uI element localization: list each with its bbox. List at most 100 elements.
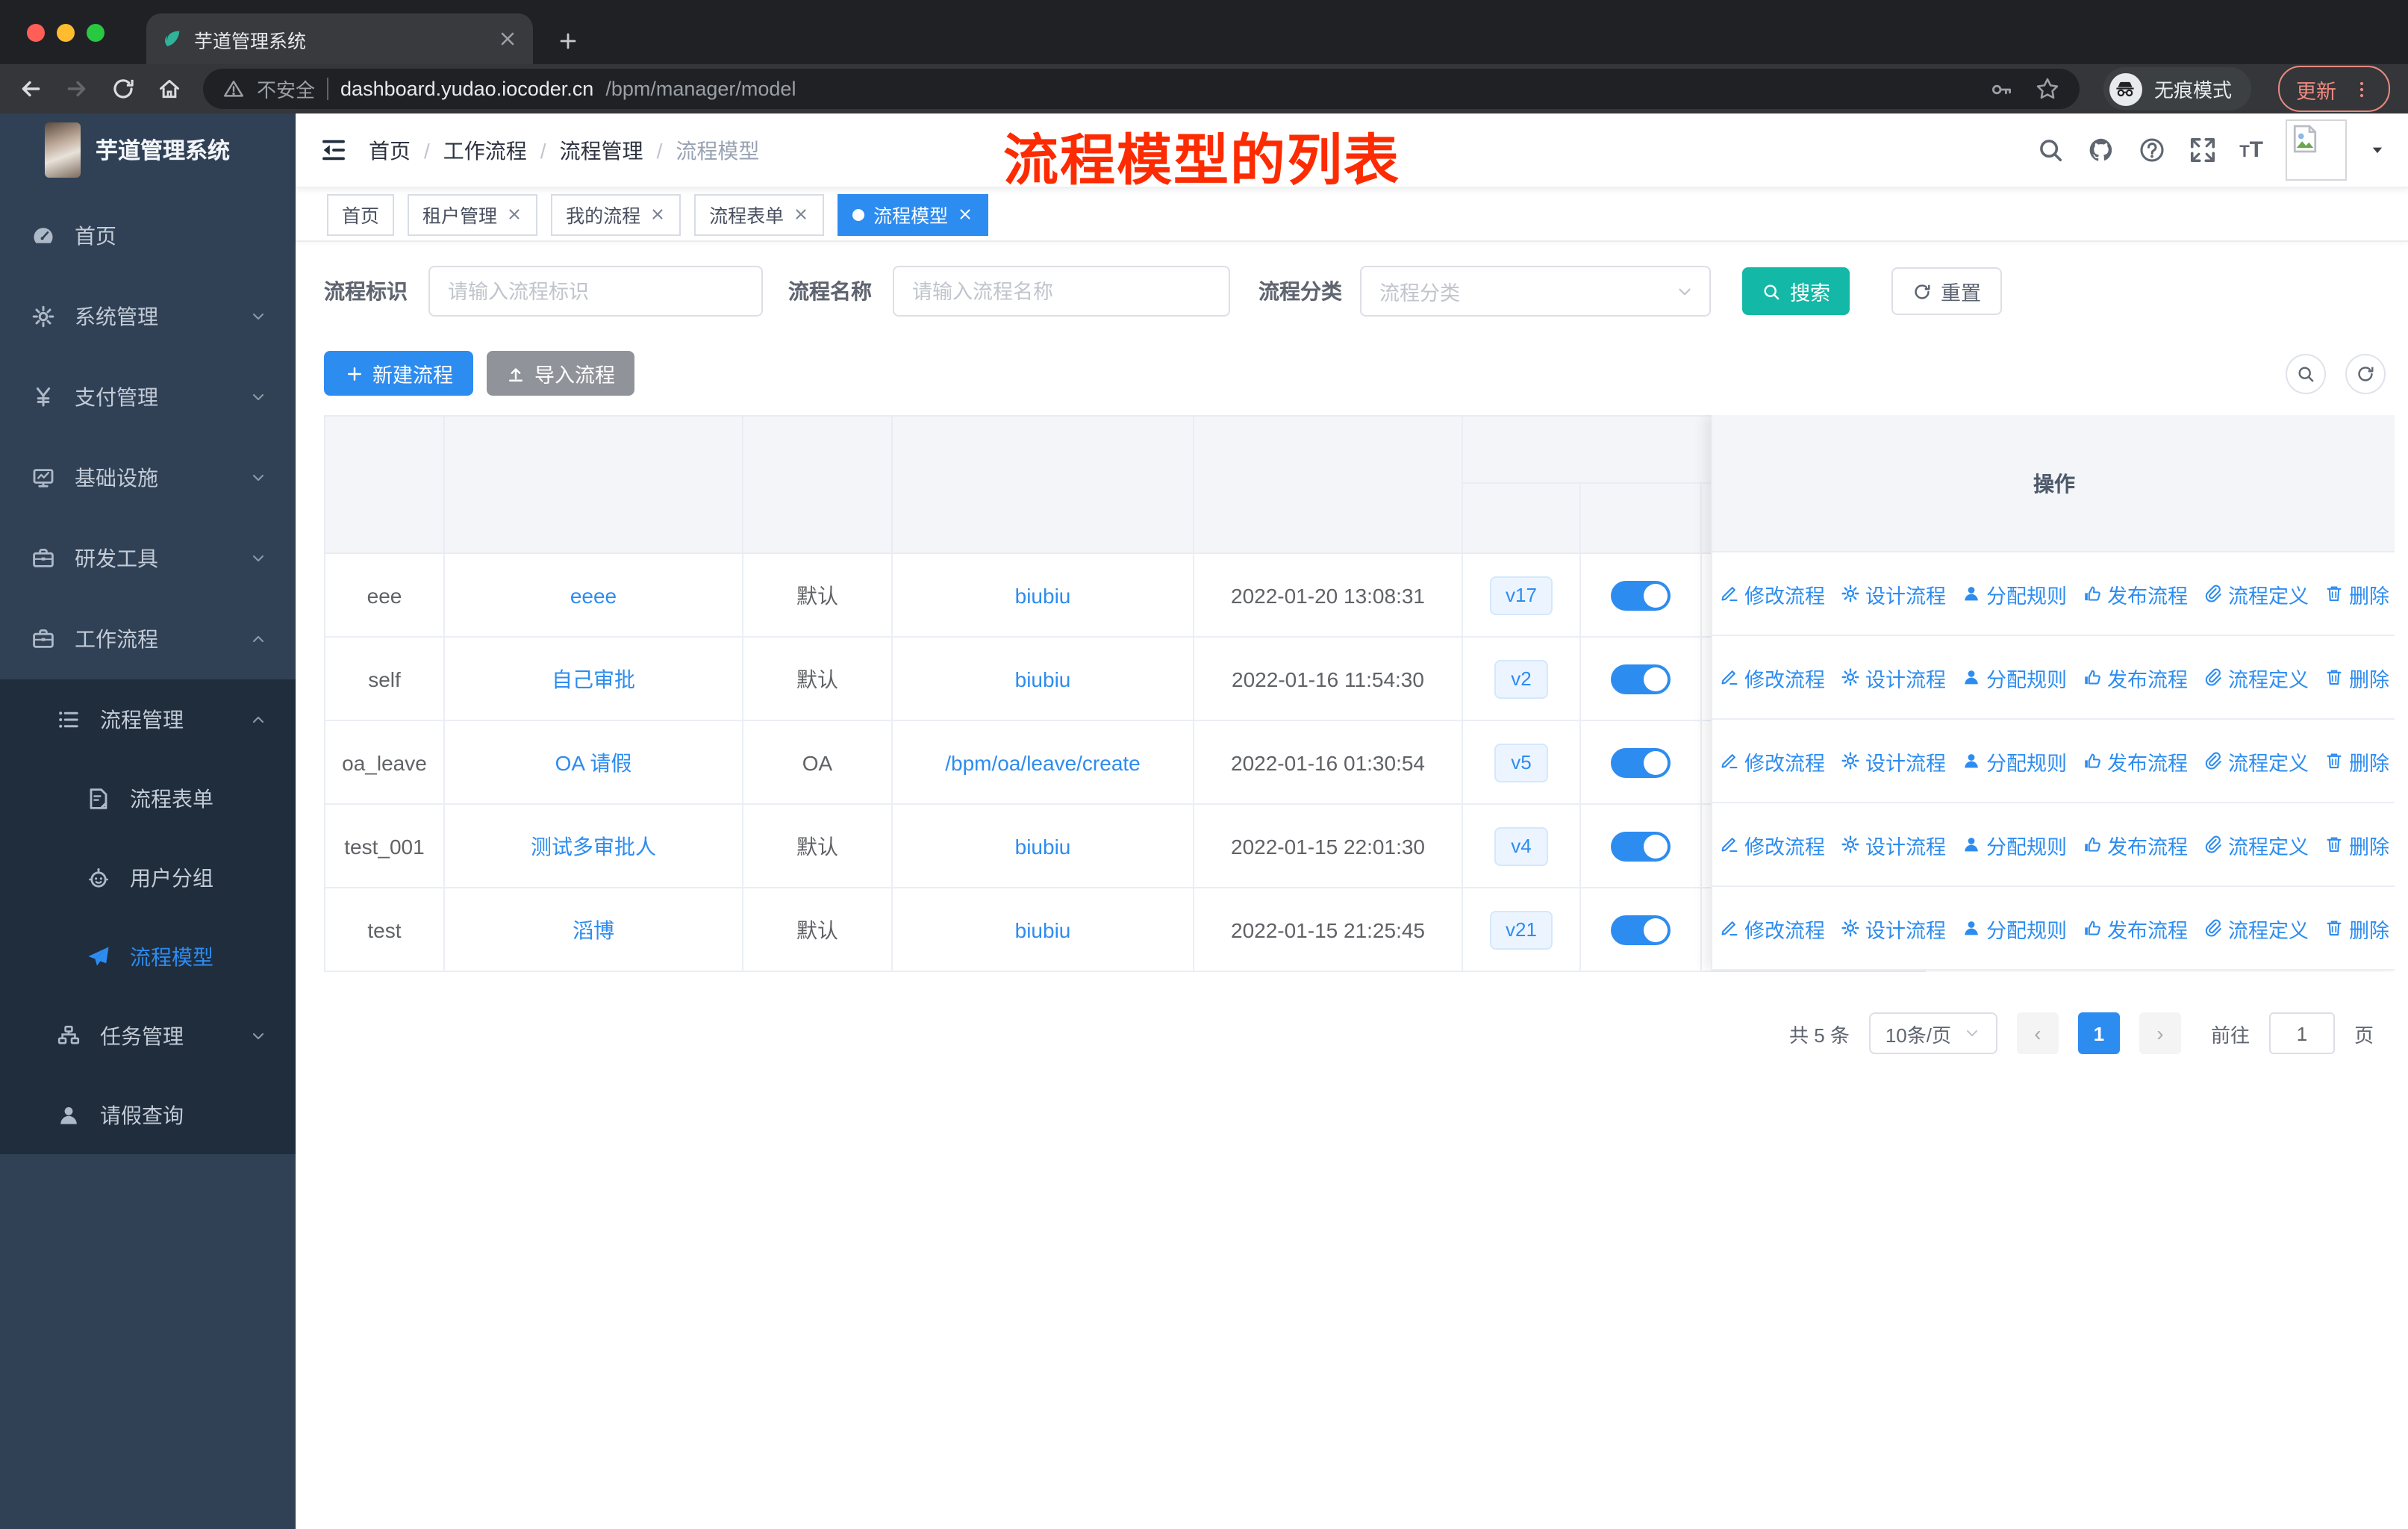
reload-icon[interactable] xyxy=(110,76,136,102)
status-toggle[interactable] xyxy=(1611,831,1671,861)
sidebar-item-process-form[interactable]: 流程表单 xyxy=(0,759,296,838)
action-link[interactable]: 设计流程 xyxy=(1840,829,1946,859)
action-link[interactable]: 修改流程 xyxy=(1719,746,1825,776)
sidebar-fold-icon[interactable] xyxy=(319,136,348,164)
action-link[interactable]: 流程定义 xyxy=(2203,913,2309,943)
sidebar-item-leave-query[interactable]: 请假查询 xyxy=(0,1075,296,1154)
process-category-select[interactable]: 流程分类 xyxy=(1360,266,1711,317)
tag-home[interactable]: 首页 xyxy=(327,193,395,235)
goto-page-input[interactable] xyxy=(2268,1012,2335,1054)
action-link[interactable]: 删除 xyxy=(2324,913,2389,943)
prev-page-button[interactable]: ‹ xyxy=(2016,1012,2059,1054)
action-link[interactable]: 修改流程 xyxy=(1719,913,1825,943)
process-name-input[interactable] xyxy=(893,266,1230,317)
action-link[interactable]: 分配规则 xyxy=(1961,579,2067,608)
action-link[interactable]: 发布流程 xyxy=(2082,579,2188,608)
sidebar-item-infra[interactable]: 基础设施 xyxy=(0,437,296,518)
form-info-link[interactable]: /bpm/oa/leave/create xyxy=(945,750,1141,774)
action-link[interactable]: 发布流程 xyxy=(2082,913,2188,943)
breadcrumb-home[interactable]: 首页 xyxy=(369,135,411,165)
status-toggle[interactable] xyxy=(1611,747,1671,777)
sidebar-item-payment[interactable]: 支付管理 xyxy=(0,357,296,437)
new-process-button[interactable]: 新建流程 xyxy=(324,351,473,396)
form-info-link[interactable]: biubiu xyxy=(1015,667,1071,691)
action-link[interactable]: 删除 xyxy=(2324,579,2389,608)
import-process-button[interactable]: 导入流程 xyxy=(487,351,634,396)
search-button[interactable]: 搜索 xyxy=(1742,267,1850,315)
fullscreen-icon[interactable] xyxy=(2189,136,2217,164)
breadcrumb-workflow[interactable]: 工作流程 xyxy=(443,135,527,165)
password-key-icon[interactable] xyxy=(1990,77,2014,101)
process-id-input[interactable] xyxy=(428,266,763,317)
action-link[interactable]: 发布流程 xyxy=(2082,746,2188,776)
page-size-select[interactable]: 10条/页 xyxy=(1868,1012,1997,1054)
action-link[interactable]: 分配规则 xyxy=(1961,913,2067,943)
user-menu-caret-icon[interactable] xyxy=(2369,142,2386,158)
status-toggle[interactable] xyxy=(1611,915,1671,944)
close-icon[interactable] xyxy=(793,206,809,222)
action-link[interactable]: 分配规则 xyxy=(1961,829,2067,859)
action-link[interactable]: 流程定义 xyxy=(2203,662,2309,692)
search-icon[interactable] xyxy=(2036,136,2065,164)
tag-my-process[interactable]: 我的流程 xyxy=(551,193,681,235)
reset-button[interactable]: 重置 xyxy=(1891,267,2002,315)
font-size-icon[interactable]: TT xyxy=(2239,137,2263,163)
process-name-link[interactable]: 滔博 xyxy=(573,915,614,944)
action-link[interactable]: 分配规则 xyxy=(1961,746,2067,776)
action-link[interactable]: 删除 xyxy=(2324,662,2389,692)
close-icon[interactable] xyxy=(649,206,666,222)
action-link[interactable]: 流程定义 xyxy=(2203,746,2309,776)
sidebar-item-devtools[interactable]: 研发工具 xyxy=(0,518,296,599)
zoom-window-button[interactable] xyxy=(87,23,105,41)
sidebar-item-user-group[interactable]: 用户分组 xyxy=(0,838,296,917)
sidebar-item-workflow[interactable]: 工作流程 xyxy=(0,599,296,679)
action-link[interactable]: 设计流程 xyxy=(1840,662,1946,692)
tag-tenant-mgmt[interactable]: 租户管理 xyxy=(408,193,538,235)
sidebar-item-home[interactable]: 首页 xyxy=(0,196,296,276)
browser-tab[interactable]: 芋道管理系统 xyxy=(146,13,533,64)
action-link[interactable]: 修改流程 xyxy=(1719,662,1825,692)
url-bar[interactable]: 不安全 dashboard.yudao.iocoder.cn/bpm/manag… xyxy=(203,69,2080,109)
action-link[interactable]: 修改流程 xyxy=(1719,579,1825,608)
toggle-search-button[interactable] xyxy=(2286,353,2326,393)
home-icon[interactable] xyxy=(157,76,182,102)
action-link[interactable]: 设计流程 xyxy=(1840,746,1946,776)
sidebar-item-process-model[interactable]: 流程模型 xyxy=(0,917,296,996)
bookmark-star-icon[interactable] xyxy=(2035,76,2060,102)
tag-process-model[interactable]: 流程模型 xyxy=(838,193,989,235)
action-link[interactable]: 分配规则 xyxy=(1961,662,2067,692)
close-icon[interactable] xyxy=(957,206,973,222)
close-icon[interactable] xyxy=(506,206,523,222)
avatar[interactable] xyxy=(2286,119,2347,181)
process-name-link[interactable]: eeee xyxy=(570,583,617,607)
action-link[interactable]: 设计流程 xyxy=(1840,913,1946,943)
forward-icon[interactable] xyxy=(64,76,90,102)
action-link[interactable]: 删除 xyxy=(2324,829,2389,859)
minimize-window-button[interactable] xyxy=(57,23,75,41)
browser-update-button[interactable]: 更新 xyxy=(2278,66,2390,112)
action-link[interactable]: 发布流程 xyxy=(2082,829,2188,859)
action-link[interactable]: 修改流程 xyxy=(1719,829,1825,859)
form-info-link[interactable]: biubiu xyxy=(1015,918,1071,941)
github-icon[interactable] xyxy=(2087,136,2115,164)
process-name-link[interactable]: 自己审批 xyxy=(552,664,635,694)
help-icon[interactable] xyxy=(2138,136,2166,164)
security-warning-icon[interactable] xyxy=(222,78,245,100)
action-link[interactable]: 流程定义 xyxy=(2203,579,2309,608)
refresh-table-button[interactable] xyxy=(2345,353,2386,393)
browser-menu-icon[interactable] xyxy=(2351,78,2372,99)
current-page[interactable]: 1 xyxy=(2077,1012,2120,1054)
sidebar-item-task-mgmt[interactable]: 任务管理 xyxy=(0,996,296,1075)
new-tab-button[interactable] xyxy=(557,30,579,52)
action-link[interactable]: 删除 xyxy=(2324,746,2389,776)
close-window-button[interactable] xyxy=(27,23,45,41)
action-link[interactable]: 设计流程 xyxy=(1840,579,1946,608)
tab-close-icon[interactable] xyxy=(497,28,518,49)
sidebar-item-system[interactable]: 系统管理 xyxy=(0,276,296,357)
action-link[interactable]: 发布流程 xyxy=(2082,662,2188,692)
breadcrumb-process-mgmt[interactable]: 流程管理 xyxy=(560,135,643,165)
status-toggle[interactable] xyxy=(1611,664,1671,694)
sidebar-item-process-mgmt[interactable]: 流程管理 xyxy=(0,679,296,759)
tag-process-form[interactable]: 流程表单 xyxy=(694,193,825,235)
form-info-link[interactable]: biubiu xyxy=(1015,583,1071,607)
